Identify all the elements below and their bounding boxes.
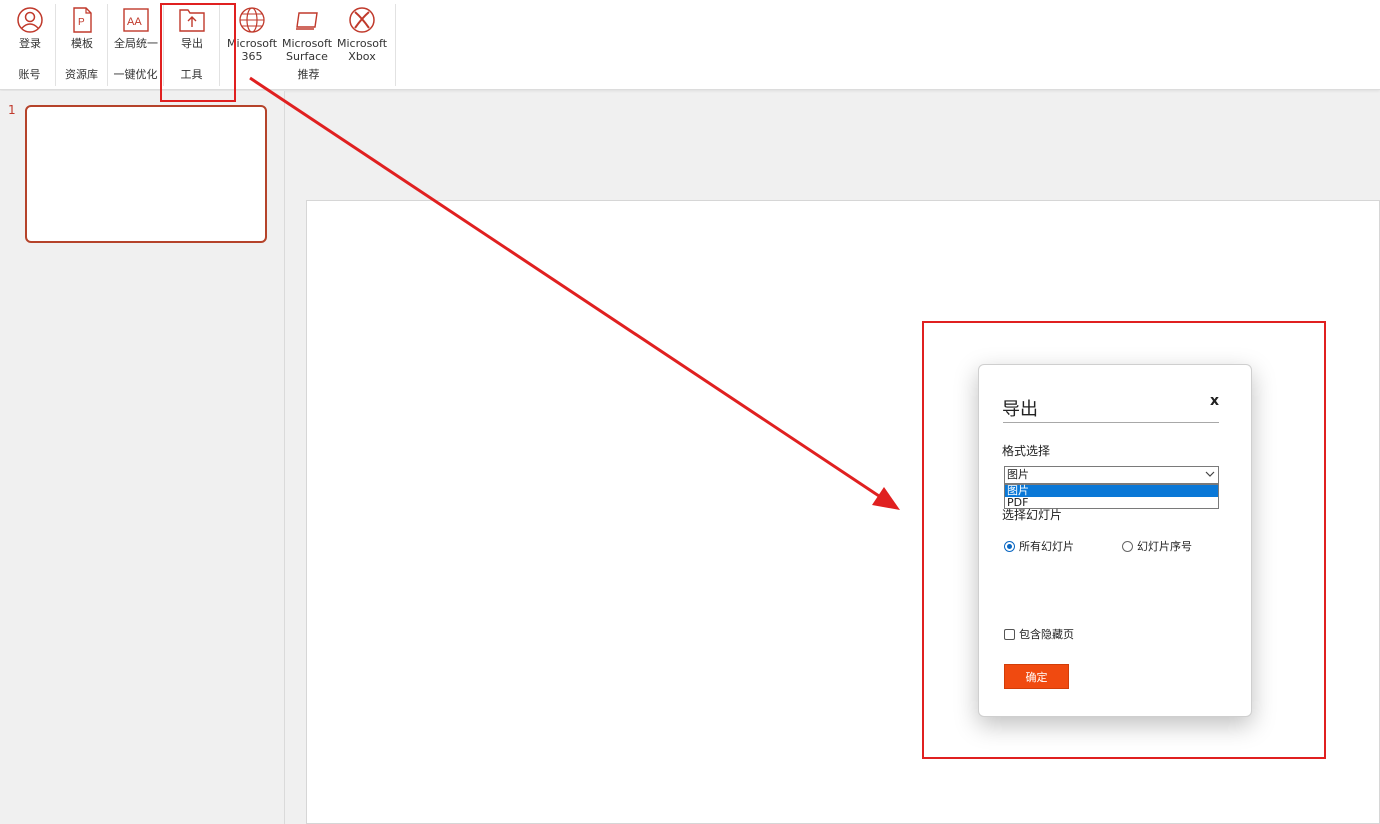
microsoft-xbox-label-2: Xbox [348, 50, 376, 63]
unify-label: 全局统一 [114, 37, 158, 50]
group-label-optimize: 一键优化 [113, 68, 158, 81]
login-label: 登录 [19, 37, 41, 50]
group-label-recommend: 推荐 [297, 68, 320, 81]
xbox-icon [348, 6, 376, 34]
group-optimize: AA 全局统一 一键优化 [108, 4, 164, 86]
slide-thumbnail-pane: 1 [0, 91, 285, 824]
group-account: 登录 账号 [4, 4, 56, 86]
annotation-box-dialog [922, 321, 1326, 759]
template-label: 模板 [71, 37, 93, 50]
group-label-account: 账号 [18, 68, 41, 81]
annotation-box-export [160, 3, 236, 102]
microsoft-surface-label-2: Surface [286, 50, 328, 63]
group-label-library: 资源库 [65, 68, 98, 81]
microsoft-xbox-button[interactable]: Microsoft Xbox [334, 6, 390, 63]
svg-text:P: P [78, 17, 85, 28]
login-button[interactable]: 登录 [4, 6, 56, 50]
slide-thumbnail[interactable] [25, 105, 267, 243]
microsoft-xbox-label-1: Microsoft [336, 37, 388, 50]
slide-number: 1 [8, 103, 16, 117]
svg-text:AA: AA [127, 16, 142, 28]
unify-button[interactable]: AA 全局统一 [108, 6, 164, 50]
microsoft-surface-label-1: Microsoft [281, 37, 333, 50]
globe-icon [238, 6, 266, 34]
font-unify-icon: AA [122, 6, 150, 34]
user-icon [16, 6, 44, 34]
template-button[interactable]: P 模板 [56, 6, 108, 50]
template-icon: P [68, 6, 96, 34]
group-library: P 模板 资源库 [56, 4, 108, 86]
microsoft-surface-button[interactable]: Microsoft Surface [279, 6, 335, 63]
group-recommend: Microsoft 365 Microsoft Surface Microsof… [222, 4, 396, 86]
surface-icon [293, 6, 321, 34]
